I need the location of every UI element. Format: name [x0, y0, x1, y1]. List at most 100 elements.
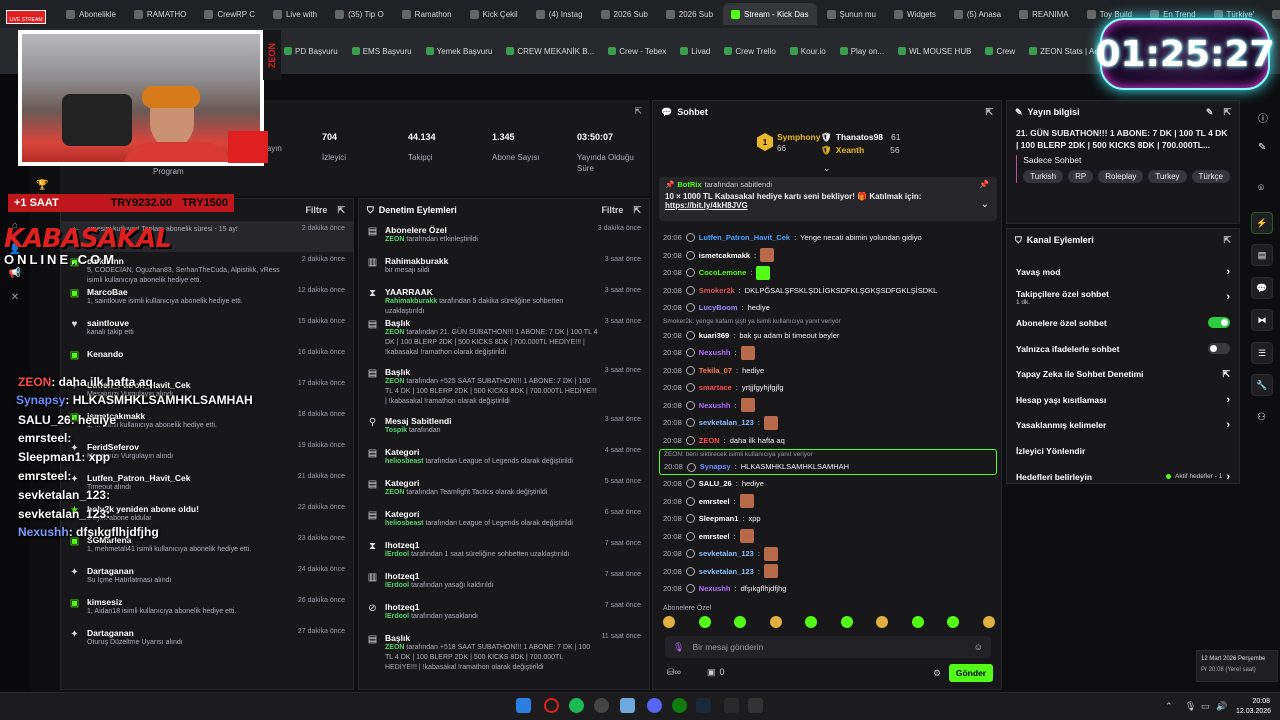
activity-item[interactable]: ▣ MarcoBae 1, saintlouve isimli kullanıcıy… [61, 283, 353, 314]
channel-action-item[interactable]: Yapay Zeka ile Sohbet Denetimi ⇱ [1007, 361, 1239, 387]
chat-message[interactable]: 20:08 emrsteel: [653, 528, 1003, 546]
bookmark-item[interactable]: PD Başvuru [284, 47, 338, 56]
stream-tag[interactable]: Roleplay [1098, 170, 1144, 183]
external-link-icon[interactable]: ⇱ [1222, 369, 1230, 380]
browser-tab[interactable]: Abonelikle [58, 3, 124, 25]
channel-action-item[interactable]: Yavaş mod › [1007, 259, 1239, 285]
chat-message[interactable]: 20:08 LucyBoom: hediye [653, 299, 1003, 317]
quick-emote-icon[interactable] [734, 616, 747, 628]
moderator-name[interactable]: ZEON [385, 236, 404, 243]
list-icon[interactable]: ☰ [1251, 342, 1273, 364]
chat-message[interactable]: 20:08 ismetcakmakk: [653, 247, 1003, 265]
chat-username[interactable]: sevketalan_123 [699, 545, 754, 563]
moderation-item[interactable]: ⚲ Mesaj Sabitlendi Tospik tarafından 3 saat… [359, 412, 649, 443]
moderation-item[interactable]: ▤ Başlık ZEON tarafından +525 SAAT SUBATHO… [359, 363, 649, 412]
chat-username[interactable]: CocoLemone [699, 264, 747, 282]
browser-tab[interactable]: 2026 Sub [593, 3, 656, 25]
channel-action-item[interactable]: Yasaklanmış kelimeler › [1007, 413, 1239, 439]
stream-tag[interactable]: Turkish [1023, 170, 1064, 183]
browser-tab[interactable]: CrewRP C [196, 3, 263, 25]
edit-icon[interactable]: ✎ [1206, 107, 1214, 118]
chat-message[interactable]: 20:08 Nexushh: [653, 397, 1003, 415]
chat-message[interactable]: 20:08 sevketalan_123: [653, 563, 1003, 581]
activity-item[interactable]: ▣ Kenando 16 dakika önce [61, 345, 353, 376]
browser-tab[interactable]: RAMATHO [126, 3, 194, 25]
people-icon[interactable]: ⚇ [1257, 412, 1266, 423]
moderator-name[interactable]: Rahimakburakk [385, 298, 437, 305]
browser-tab[interactable]: Ramathon [394, 3, 460, 25]
channel-action-item[interactable]: Abonelere özel sohbet [1007, 310, 1239, 336]
quick-emote-icon[interactable] [982, 616, 995, 628]
quick-emote-icon[interactable] [805, 616, 818, 628]
emote-icon[interactable] [740, 345, 755, 360]
channel-action-item[interactable]: Hesap yaşı kısıtlaması › [1007, 387, 1239, 413]
bookmark-item[interactable]: Crew Trello [724, 47, 776, 56]
category-thumbnail[interactable] [1016, 155, 1018, 183]
chevron-right-icon[interactable]: › [1226, 394, 1230, 406]
moderation-item[interactable]: ▥ lhotzeq1 lErdool tarafından yasağı kaldı… [359, 567, 649, 598]
chat-username[interactable]: Synapsy [700, 460, 731, 474]
chat-username[interactable]: sevketalan_123 [699, 414, 754, 432]
leader-name[interactable]: Symphony [777, 132, 820, 142]
chat-input[interactable]: 🎙 Bir mesaj gönderin ☺ [665, 636, 991, 658]
chat-username[interactable]: emrsteel [699, 493, 730, 511]
toggle-switch[interactable] [1208, 343, 1230, 355]
browser-tab[interactable]: (4) Instag [528, 3, 591, 25]
stream-tag[interactable]: RP [1068, 170, 1094, 183]
emote-icon[interactable] [763, 564, 778, 579]
channel-action-item[interactable]: Yalnızca ifadelerle sohbet [1007, 336, 1239, 362]
moderation-item[interactable]: ⧗ YAARRAAK Rahimakburakk tarafından 5 daki… [359, 283, 649, 315]
chat-username[interactable]: emrsteel [699, 528, 730, 546]
chat-message[interactable]: 20:08 kuari369: bak şu adam bi timeout bey… [653, 327, 1003, 345]
browser-tab[interactable]: (35) Tip O [327, 3, 392, 25]
browser-tab[interactable]: (5) Anasa [946, 3, 1009, 25]
chat-username[interactable]: Smoker2k [699, 282, 735, 300]
moderator-name[interactable]: Tospik [385, 427, 407, 434]
chat-username[interactable]: smartace [699, 379, 732, 397]
moderation-filter-button[interactable]: Filtre [601, 205, 623, 215]
chat-message[interactable]: 20:08 Smoker2k: DKLPĞSALŞFSKLŞDLİGKSDFKLŞG… [653, 282, 1003, 300]
tray-chevron-icon[interactable]: ⌃ [1165, 701, 1173, 712]
popout-icon[interactable]: ⇱ [1223, 235, 1231, 246]
chevron-down-icon[interactable]: ⌄ [981, 199, 989, 210]
chat-username[interactable]: ZEON [699, 432, 720, 450]
send-button[interactable]: Gönder [949, 664, 993, 682]
discord-icon[interactable] [647, 698, 662, 713]
chat-message[interactable]: 20:08 emrsteel: [653, 493, 1003, 511]
file-explorer-icon[interactable] [620, 698, 635, 713]
chat-username[interactable]: Nexushh [699, 397, 731, 415]
moderation-item[interactable]: ▤ Abonelere Özel ZEON tarafından etkinleşt… [359, 221, 649, 252]
popout-icon[interactable]: ⇱ [985, 107, 993, 118]
bookmark-item[interactable]: WL MOUSE HUB [898, 47, 971, 56]
moderation-item[interactable]: ▥ Rahimakburakk bir mesajı sildi 3 saat önc… [359, 252, 649, 283]
quick-emote-icon[interactable] [876, 616, 889, 628]
obs-icon[interactable] [594, 698, 609, 713]
emote-icon[interactable] [740, 398, 755, 413]
lightning-icon[interactable]: ⚡ [1251, 212, 1273, 234]
moderator-name[interactable]: lErdool [385, 582, 409, 589]
emote-icon[interactable] [760, 248, 775, 263]
emoji-icon[interactable]: ☺ [974, 642, 983, 652]
xbox-icon[interactable] [672, 698, 687, 713]
volume-icon[interactable]: 🔊 [1216, 701, 1227, 712]
chat-message[interactable]: 20:08 SALU_26: hediye [653, 475, 1003, 493]
bookmark-item[interactable]: Crew - Tebex [608, 47, 666, 56]
system-clock[interactable]: 20:08 12.03.2026 [1236, 697, 1271, 717]
browser-tab[interactable]: REANIMA [1011, 3, 1076, 25]
browser-tab[interactable]: Stream - Kick Das [723, 3, 817, 25]
chevron-right-icon[interactable]: › [1226, 471, 1230, 483]
wrench-icon[interactable]: 🔧 [1251, 374, 1273, 396]
note-icon[interactable]: ▤ [1251, 244, 1273, 266]
chevron-right-icon[interactable]: › [1226, 291, 1230, 303]
toggle-switch[interactable] [1208, 317, 1230, 329]
activity-item[interactable]: ✦ Dartaganan Oturuş Düzeltme Uyarısı alınd… [61, 624, 353, 655]
activity-item[interactable]: ♥ saintlouve kanalı takip etti 15 dakika ön… [61, 314, 353, 345]
mic-icon[interactable]: 🎙 [673, 642, 684, 653]
moderation-item[interactable]: ▤ Kategori heliosbeast tarafından League o… [359, 505, 649, 536]
quick-emote-icon[interactable] [840, 616, 853, 628]
chat-username[interactable]: Lutfen_Patron_Havit_Cek [699, 229, 790, 247]
points-icon[interactable]: ⛁∞ [667, 667, 681, 678]
moderator-name[interactable]: heliosbeast [385, 458, 424, 465]
browser-tab[interactable]: Amazon [1264, 3, 1280, 25]
moderation-item[interactable]: ▤ Başlık ZEON tarafından +518 SAAT SUBATHO… [359, 629, 649, 678]
